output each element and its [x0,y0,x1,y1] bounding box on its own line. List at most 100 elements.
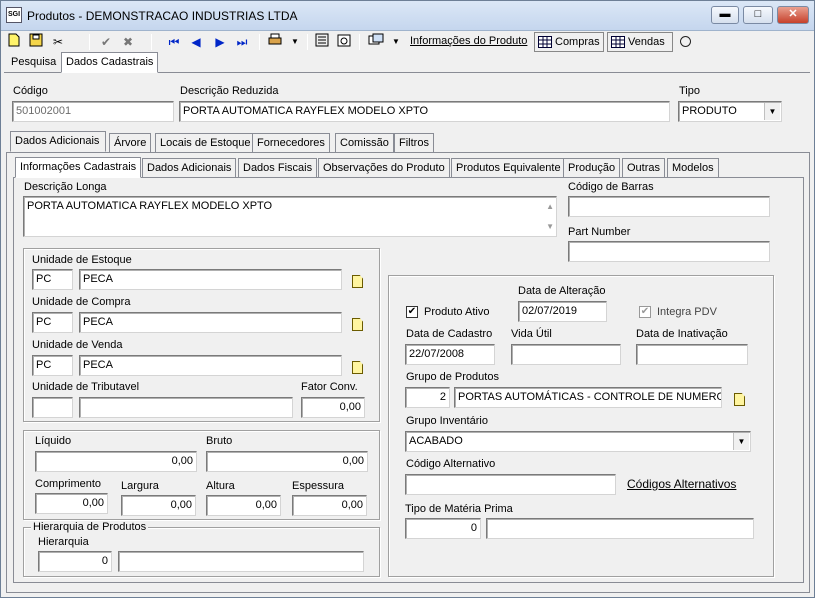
un-estoque-desc[interactable]: PECA [79,269,342,290]
tab-dados-adicionais[interactable]: Dados Adicionais [10,131,106,152]
tipo-label: Tipo [679,85,700,97]
largura-field[interactable]: 0,00 [121,495,196,516]
maximize-button[interactable]: □ [743,6,773,24]
integra-pdv-checkbox[interactable]: ✔ [639,306,651,318]
tab-comissao[interactable]: Comissão [335,133,394,153]
informacoes-produto-link[interactable]: Informações do Produto [410,35,527,47]
fator-label: Fator Conv. [301,381,358,393]
liquido-field[interactable]: 0,00 [35,451,197,472]
grupo-produtos-desc[interactable]: PORTAS AUTOMÁTICAS - CONTROLE DE NUMERO … [454,387,722,408]
tipo-mp-desc[interactable] [486,518,754,539]
scroll-up-icon[interactable]: ▲ [546,199,554,214]
compras-button[interactable]: Compras [534,32,604,52]
minimize-button[interactable]: ▬ [711,6,739,24]
un-estoque-code[interactable]: PC [32,269,73,290]
un-compra-code[interactable]: PC [32,312,73,333]
liquido-label: Líquido [35,435,72,447]
part-number-field[interactable] [568,241,770,262]
window-options-dropdown-icon[interactable]: ▼ [387,33,405,51]
tab-observacoes[interactable]: Observações do Produto [318,158,450,178]
hierarquia-field[interactable]: 0 [38,551,112,572]
tab-dados-fiscais[interactable]: Dados Fiscais [238,158,318,178]
un-venda-desc[interactable]: PECA [79,355,342,376]
vendas-label: Vendas [628,36,665,48]
un-estoque-label: Unidade de Estoque [32,254,132,266]
tab-dados-cadastrais[interactable]: Dados Cadastrais [61,52,159,73]
data-alteracao-label: Data de Alteração [518,285,606,297]
data-cadastro-field[interactable]: 22/07/2008 [405,344,495,365]
un-venda-label: Unidade de Venda [32,339,123,351]
title-bar: SGI Produtos - DEMONSTRACAO INDUSTRIAS L… [1,1,814,31]
comprimento-label: Comprimento [35,478,102,490]
descricao-longa-textarea[interactable]: PORTA AUTOMATICA RAYFLEX MODELO XPTO ▲ ▼ [23,196,557,237]
tab-produtos-equivalente[interactable]: Produtos Equivalente [451,158,566,178]
previous-record-icon[interactable]: ◀ [187,33,205,51]
close-button[interactable]: ✕ [777,6,809,24]
chevron-down-icon[interactable]: ▼ [764,103,780,120]
print-icon[interactable] [266,33,284,51]
vida-util-label: Vida Útil [511,328,552,340]
lookup-un-venda-icon[interactable] [352,361,363,374]
grupo-produtos-label: Grupo de Produtos [406,371,499,383]
save-icon[interactable] [27,33,45,51]
tab-producao[interactable]: Produção [563,158,621,178]
data-inativacao-field[interactable] [636,344,748,365]
tab-locais-estoque[interactable]: Locais de Estoque [155,133,256,153]
tab-filtros[interactable]: Filtros [394,133,434,153]
un-trib-code[interactable] [32,397,73,418]
produto-ativo-checkbox[interactable]: ✔ [406,306,418,318]
calendar-clock-icon[interactable] [335,33,353,51]
un-trib-desc[interactable] [79,397,293,418]
tab-outras[interactable]: Outras [622,158,666,178]
data-alteracao-field[interactable]: 02/07/2019 [518,301,607,322]
new-icon[interactable] [5,33,23,51]
largura-label: Largura [121,480,159,492]
descricao-reduzida-field[interactable]: PORTA AUTOMATICA RAYFLEX MODELO XPTO [179,101,670,122]
cut-icon[interactable]: ✂ [49,33,67,51]
produto-ativo-label: Produto Ativo [424,306,490,318]
print-dropdown-icon[interactable]: ▼ [286,33,304,51]
lookup-grupo-produtos-icon[interactable] [734,393,745,406]
tab-modelos[interactable]: Modelos [667,158,719,178]
codigo-alt-field[interactable] [405,474,616,495]
grupo-produtos-code[interactable]: 2 [405,387,450,408]
vendas-button[interactable]: Vendas [607,32,673,52]
tipo-select[interactable]: PRODUTO ▼ [678,101,782,122]
last-record-icon[interactable]: ⏭ [233,33,251,51]
calculator-icon[interactable] [313,33,331,51]
hierarquia-desc-field[interactable] [118,551,364,572]
bruto-field[interactable]: 0,00 [206,451,368,472]
next-record-icon[interactable]: ▶ [211,33,229,51]
cancel-icon[interactable]: ✖ [119,33,137,51]
espessura-field[interactable]: 0,00 [292,495,367,516]
tab-arvore[interactable]: Árvore [109,133,152,153]
confirm-icon[interactable]: ✔ [97,33,115,51]
window: SGI Produtos - DEMONSTRACAO INDUSTRIAS L… [0,0,815,598]
un-venda-code[interactable]: PC [32,355,73,376]
altura-field[interactable]: 0,00 [206,495,281,516]
part-number-label: Part Number [568,226,631,238]
tab-informacoes-cadastrais[interactable]: Informações Cadastrais [15,157,141,178]
compras-label: Compras [555,36,600,48]
chevron-down-icon[interactable]: ▼ [733,433,749,450]
fator-field[interactable]: 0,00 [301,397,365,418]
un-compra-desc[interactable]: PECA [79,312,342,333]
un-compra-label: Unidade de Compra [32,296,131,308]
vida-util-field[interactable] [511,344,621,365]
grupo-inventario-select[interactable]: ACABADO ▼ [405,431,751,452]
codigo-field[interactable]: 501002001 [12,101,174,122]
tab-pesquisa[interactable]: Pesquisa [7,53,60,73]
lookup-un-compra-icon[interactable] [352,318,363,331]
tab-fornecedores[interactable]: Fornecedores [252,133,330,153]
codigo-barras-field[interactable] [568,196,770,217]
tab-dados-adicionais-2[interactable]: Dados Adicionais [142,158,237,178]
codigo-alt-label: Código Alternativo [406,458,496,470]
codigos-alternativos-link[interactable]: Códigos Alternativos [627,477,736,491]
comprimento-field[interactable]: 0,00 [35,493,108,514]
first-record-icon[interactable]: ⏮ [165,33,183,51]
window-options-icon[interactable] [367,33,385,51]
data-cadastro-label: Data de Cadastro [406,328,493,340]
scroll-down-icon[interactable]: ▼ [546,219,554,234]
lookup-un-estoque-icon[interactable] [352,275,363,288]
tipo-mp-code[interactable]: 0 [405,518,481,539]
